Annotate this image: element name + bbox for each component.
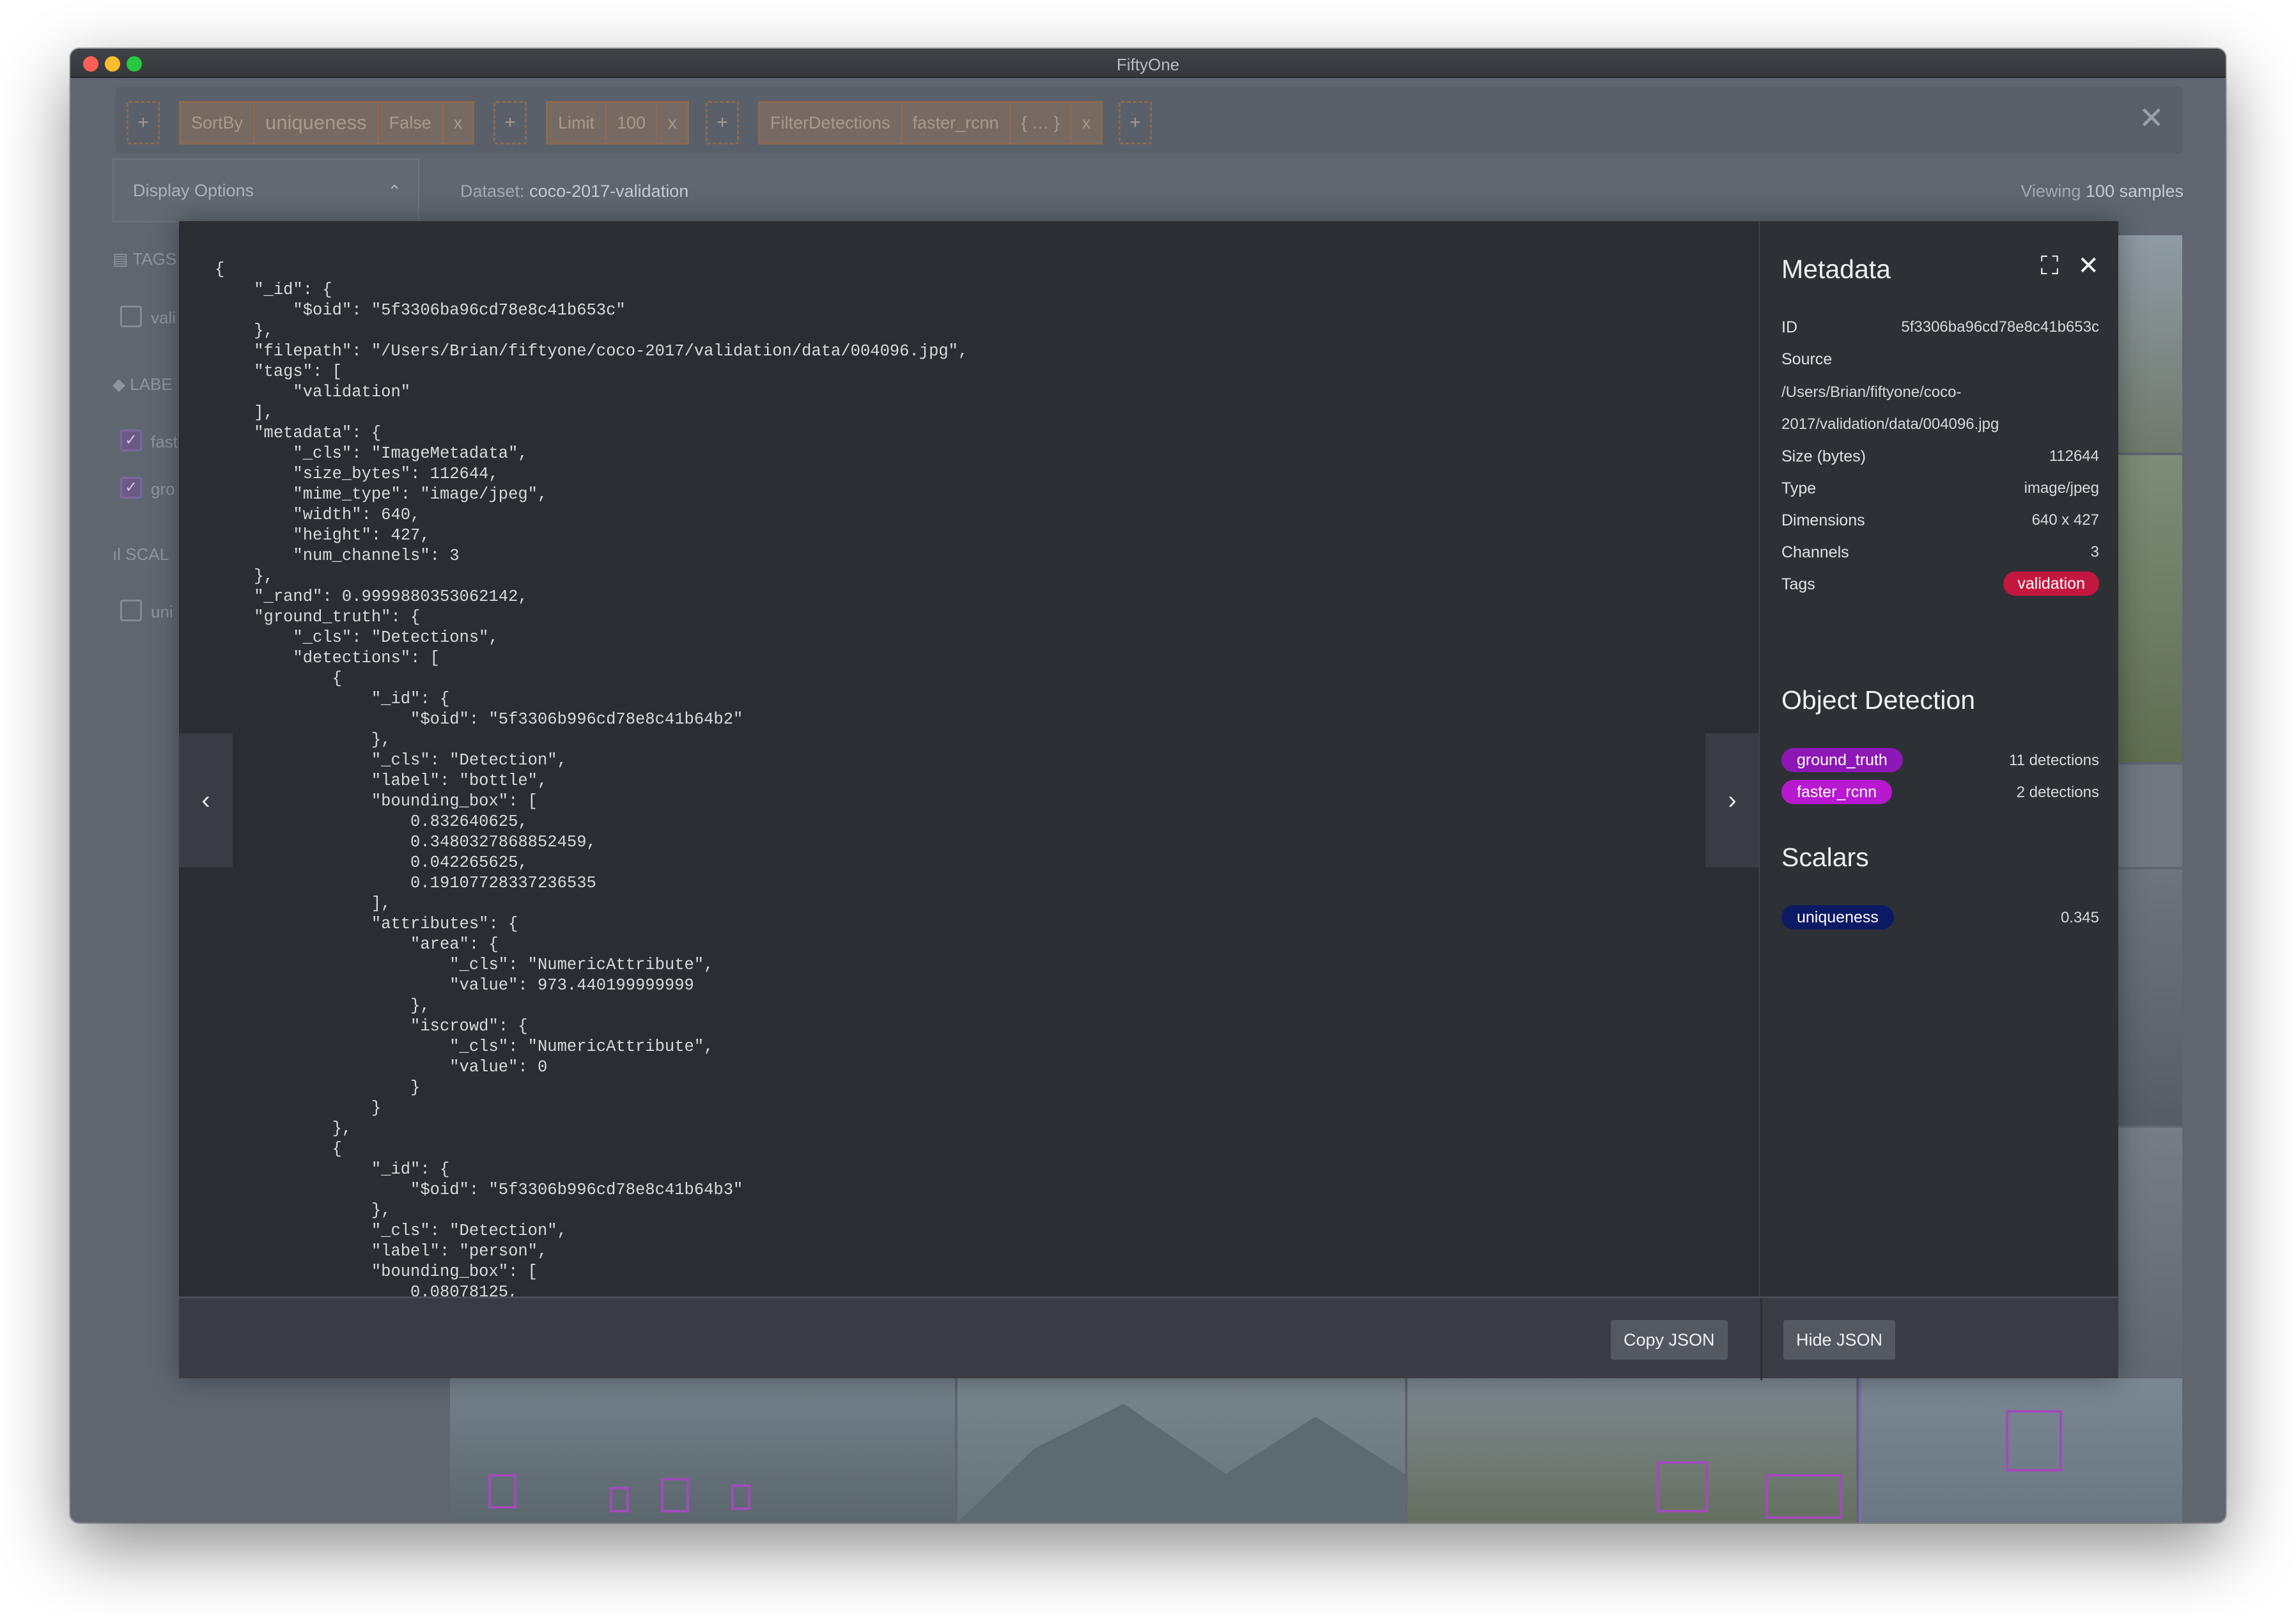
tag-checkbox[interactable] [120, 306, 142, 327]
close-icon[interactable]: ✕ [2077, 253, 2099, 279]
scalar-checkbox[interactable] [120, 600, 142, 621]
fullscreen-icon[interactable]: ⛶ [2040, 253, 2058, 279]
stage-param[interactable]: { … } [1009, 101, 1070, 144]
thumbnail[interactable] [2117, 455, 2182, 762]
stage-name: Limit [546, 101, 605, 144]
remove-stage-button[interactable]: x [441, 101, 475, 144]
field-faster-rcnn[interactable]: faster_rcnn [1781, 780, 1893, 804]
stage-param[interactable]: uniqueness [253, 101, 377, 144]
previous-sample-button[interactable]: ‹ [179, 733, 233, 867]
add-stage-button[interactable]: + [493, 101, 527, 144]
label-checkbox[interactable]: ✓ [120, 430, 142, 451]
metadata-panel: Metadata ⛶ ✕ ID 5f3306ba96cd78e8c41b653c… [1762, 221, 2118, 1296]
json-viewer[interactable]: { "_id": { "$oid": "5f3306ba96cd78e8c41b… [179, 221, 1760, 1296]
chevron-up-icon: ⌃ [387, 182, 401, 201]
stage-param[interactable]: faster_rcnn [900, 101, 1009, 144]
sidebar-label-item: gro [151, 479, 175, 499]
stage-name: FilterDetections [758, 101, 901, 144]
json-content[interactable]: { "_id": { "$oid": "5f3306ba96cd78e8c41b… [215, 260, 968, 1296]
add-stage-button[interactable]: + [706, 101, 739, 144]
tag-icon: ▤ [112, 249, 128, 268]
detection-count: 2 detections [2016, 784, 2099, 801]
sidebar-label-item: fast [151, 432, 178, 451]
field-ground-truth[interactable]: ground_truth [1781, 748, 1903, 772]
copy-json-button[interactable]: Copy JSON [1611, 1320, 1728, 1360]
detection-count: 11 detections [2009, 752, 2099, 769]
sidebar-tag-item: vali [151, 308, 176, 327]
metadata-title: Metadata [1781, 254, 1891, 284]
object-detection-title: Object Detection [1781, 685, 1976, 715]
modal-footer: Copy JSON Hide JSON [179, 1296, 2118, 1380]
dataset-label: Dataset: coco-2017-validation [460, 182, 689, 201]
scalars-title: Scalars [1781, 843, 1869, 872]
sidebar-labels-header: ◆ LABE [112, 375, 173, 394]
thumbnail[interactable] [958, 1378, 1405, 1523]
clear-view-close-icon[interactable]: ✕ [2139, 104, 2164, 134]
stage-param[interactable]: False [376, 101, 442, 144]
thumbnail[interactable] [2117, 869, 2182, 1125]
add-stage-button[interactable]: + [127, 101, 160, 144]
hide-json-button[interactable]: Hide JSON [1783, 1320, 1896, 1360]
thumbnail[interactable] [1408, 1378, 1856, 1523]
remove-stage-button[interactable]: x [656, 101, 689, 144]
bar-chart-icon: ıl [112, 545, 121, 564]
field-uniqueness[interactable]: uniqueness [1781, 905, 1894, 929]
view-bar: + SortBy uniqueness False x + Limit 100 … [115, 87, 2182, 153]
window-title: FiftyOne [1116, 55, 1180, 74]
scalar-value: 0.345 [2060, 909, 2099, 926]
app-window: FiftyOne + SortBy uniqueness False x + L… [70, 49, 2226, 1523]
stage-filterdetections[interactable]: FilterDetections faster_rcnn { … } x [758, 101, 1103, 144]
add-stage-button[interactable]: + [1119, 101, 1152, 144]
display-options-label: Display Options [133, 180, 254, 200]
dataset-name: coco-2017-validation [529, 182, 689, 201]
metadata-source-line: 2017/validation/data/004096.jpg [1781, 416, 1999, 433]
stage-limit[interactable]: Limit 100 x [546, 101, 689, 144]
viewing-count: Viewing 100 samples [2021, 182, 2184, 201]
sidebar-scalar-item: uni [151, 602, 173, 621]
stage-sortby[interactable]: SortBy uniqueness False x [179, 101, 475, 144]
title-bar: FiftyOne [70, 49, 2226, 78]
next-sample-button[interactable]: › [1705, 733, 1758, 867]
tag-badge[interactable]: validation [2003, 571, 2099, 596]
chevron-left-icon: ‹ [201, 786, 210, 814]
thumbnail[interactable] [2117, 235, 2182, 453]
thumbnail[interactable] [2117, 1128, 2182, 1377]
chevron-right-icon: › [1728, 786, 1737, 814]
sidebar-tags-header: ▤ TAGS [112, 249, 177, 268]
mountain-graphic [958, 1404, 1405, 1523]
thumbnail[interactable] [1859, 1378, 2182, 1523]
stage-param[interactable]: 100 [605, 101, 656, 144]
label-icon: ◆ [112, 375, 125, 394]
stage-name: SortBy [179, 101, 254, 144]
sample-modal: { "_id": { "$oid": "5f3306ba96cd78e8c41b… [179, 221, 2118, 1380]
sidebar-scalars-header: ıl SCAL [112, 545, 169, 564]
display-options-dropdown[interactable]: Display Options ⌃ [112, 159, 419, 222]
remove-stage-button[interactable]: x [1069, 101, 1103, 144]
thumbnail[interactable] [2117, 765, 2182, 867]
metadata-source-line: /Users/Brian/fiftyone/coco- [1781, 384, 1962, 401]
label-checkbox[interactable]: ✓ [120, 477, 142, 499]
thumbnail[interactable] [450, 1378, 955, 1523]
